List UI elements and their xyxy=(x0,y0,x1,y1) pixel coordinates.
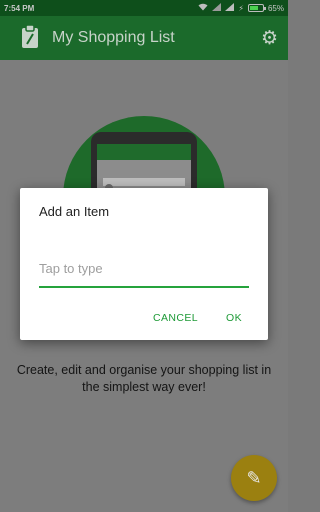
app-bar: My Shopping List ⚙ xyxy=(0,16,288,60)
battery-icon xyxy=(247,4,266,12)
app-title: My Shopping List xyxy=(52,29,175,46)
dialog-actions: CANCEL OK xyxy=(153,312,242,324)
charging-icon: ⚡ xyxy=(238,3,244,13)
phone-app-bar xyxy=(97,144,191,160)
edit-fab-button[interactable]: ✎ xyxy=(231,455,277,501)
clipboard-icon xyxy=(20,23,40,53)
dialog-title: Add an Item xyxy=(39,204,110,219)
signal-icon xyxy=(212,3,222,13)
pencil-icon: ✎ xyxy=(246,467,262,488)
status-time: 7:54 PM xyxy=(4,3,35,13)
phone-list-row xyxy=(103,178,185,186)
gear-icon[interactable]: ⚙ xyxy=(261,29,278,48)
add-item-dialog: Add an Item CANCEL OK xyxy=(20,188,268,340)
cancel-button[interactable]: CANCEL xyxy=(153,312,198,324)
battery-percent: 65% xyxy=(267,3,284,13)
ok-button[interactable]: OK xyxy=(226,312,242,324)
status-icons: ⚡ 65% xyxy=(198,3,284,13)
status-bar: 7:54 PM ⚡ 65% xyxy=(0,0,288,16)
tagline: Create, edit and organise your shopping … xyxy=(16,363,272,394)
battery-level xyxy=(249,6,258,10)
wifi-icon xyxy=(198,3,208,13)
item-name-input[interactable] xyxy=(39,250,249,288)
signal-icon xyxy=(225,3,235,13)
